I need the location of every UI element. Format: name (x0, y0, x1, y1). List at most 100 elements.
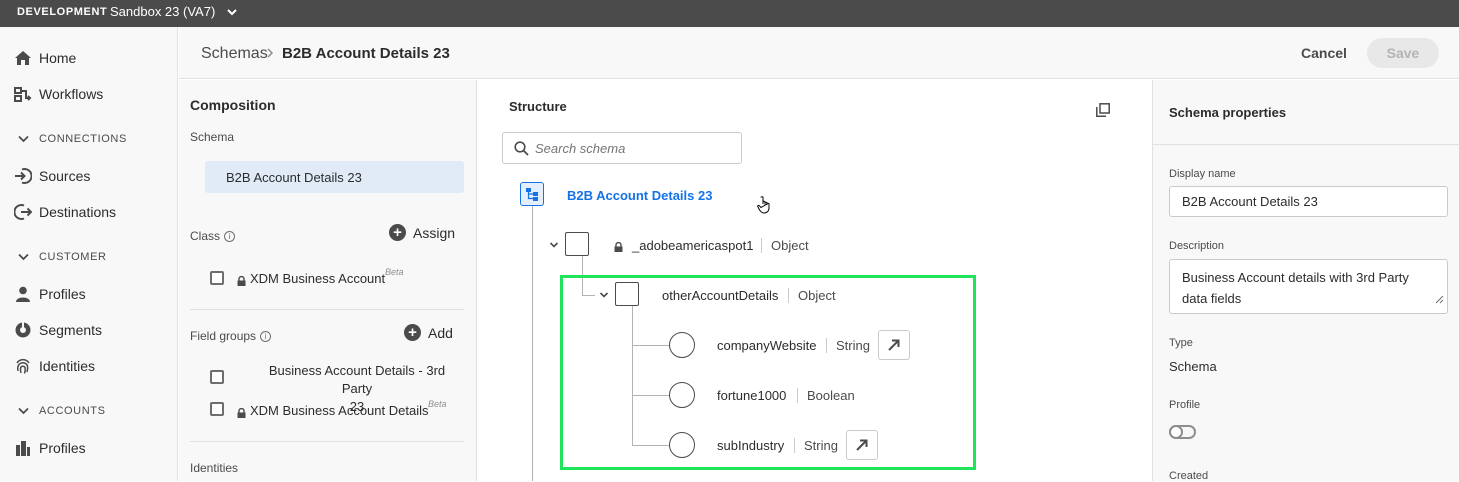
expand-panel-icon[interactable] (1096, 103, 1110, 120)
chevron-down-icon[interactable] (549, 241, 559, 249)
description-textarea[interactable]: Business Account details with 3rd Party … (1169, 259, 1448, 314)
nav-item-home[interactable]: Home (14, 46, 76, 70)
divider (1153, 144, 1459, 145)
nav-section-accounts[interactable]: ACCOUNTS (18, 402, 106, 420)
chevron-down-icon (18, 253, 29, 261)
field-group-checkbox[interactable] (210, 402, 224, 416)
class-checkbox[interactable] (210, 271, 224, 285)
nav-item-label: Identities (39, 358, 96, 374)
nav-item-profiles[interactable]: Profiles (14, 282, 86, 306)
add-label: Add (428, 324, 453, 341)
class-label-text: Class (190, 229, 221, 243)
description-value: Business Account details with 3rd Party … (1182, 270, 1409, 306)
lock-icon (237, 405, 246, 418)
field-node-object[interactable] (565, 232, 589, 256)
schema-root-name[interactable]: B2B Account Details 23 (567, 188, 712, 203)
breadcrumb-schemas[interactable]: Schemas (201, 45, 268, 63)
properties-title: Schema properties (1169, 105, 1287, 120)
composition-panel: Composition Schema B2B Account Details 2… (179, 80, 477, 481)
composition-title: Composition (190, 97, 276, 113)
nav-item-label: Workflows (39, 86, 104, 102)
nav-item-destinations[interactable]: Destinations (14, 200, 116, 224)
schema-root-icon[interactable] (520, 182, 544, 206)
identities-label-text: Identities (190, 461, 239, 475)
search-icon (514, 140, 529, 156)
workflows-icon (14, 85, 32, 103)
assign-label: Assign (413, 224, 456, 241)
class-item-label: XDM Business Account (250, 271, 386, 286)
field-group-item-label: XDM Business Account Details (250, 403, 429, 418)
beta-badge: Beta (385, 267, 404, 277)
schema-item-selected[interactable]: B2B Account Details 23 (205, 161, 464, 193)
nav-item-label: Destinations (39, 204, 117, 220)
chevron-down-icon[interactable] (226, 5, 238, 21)
nav-item-segments[interactable]: Segments (14, 318, 102, 342)
beta-badge: Beta (428, 399, 447, 409)
field-group-checkbox[interactable] (210, 370, 224, 384)
resize-handle-icon[interactable] (1435, 289, 1444, 310)
chevron-right-icon (265, 46, 275, 62)
building-icon (14, 439, 32, 457)
type-value: Schema (1169, 359, 1217, 374)
schema-label-text: Schema (190, 130, 235, 144)
segments-icon (14, 321, 32, 339)
profile-toggle[interactable] (1169, 425, 1196, 439)
created-label: Created (1169, 470, 1209, 482)
top-bar: DEVELOPMENT Sandbox 23 (VA7) (0, 0, 1459, 27)
add-circle-icon: + (389, 224, 406, 241)
environment-label: DEVELOPMENT (17, 6, 108, 18)
nav-item-label: Profiles (39, 286, 86, 302)
nav-item-account-profiles[interactable]: Profiles (14, 436, 86, 460)
home-icon (14, 49, 32, 67)
sandbox-switcher[interactable]: Sandbox 23 (VA7) (110, 4, 215, 19)
schema-label: Schema (190, 130, 234, 144)
nav-item-label: Segments (39, 322, 103, 338)
assign-class-button[interactable]: + Assign (389, 224, 455, 241)
page-header: Schemas B2B Account Details 23 Cancel Sa… (179, 27, 1459, 79)
structure-panel: Structure B2B Account Details 23 _adobea… (478, 80, 1151, 481)
nav-item-label: Profiles (39, 440, 86, 456)
schema-item-label: B2B Account Details 23 (226, 169, 362, 185)
field-groups-label-text: Field groups (190, 329, 257, 343)
display-name-field[interactable]: B2B Account Details 23 (1169, 186, 1448, 217)
lock-icon (237, 273, 246, 286)
save-button[interactable]: Save (1367, 38, 1439, 68)
profile-label: Profile (1169, 399, 1201, 411)
nav-item-identities[interactable]: Identities (14, 354, 95, 378)
sources-icon (14, 167, 32, 185)
nav-item-workflows[interactable]: Workflows (14, 82, 103, 106)
fingerprint-icon (14, 357, 32, 375)
nav-section-label: CUSTOMER (39, 251, 107, 263)
left-navigation: Home Workflows CONNECTIONS Sources Desti… (0, 27, 178, 481)
toggle-knob (1169, 425, 1183, 439)
search-schema-field[interactable] (502, 132, 742, 164)
destinations-icon (14, 203, 32, 221)
nav-section-connections[interactable]: CONNECTIONS (18, 130, 127, 148)
chevron-down-icon (18, 135, 29, 143)
nav-section-customer[interactable]: CUSTOMER (18, 248, 107, 266)
structure-title: Structure (509, 99, 567, 114)
field-groups-label: Field groups i (190, 329, 272, 343)
field-group-label-line1: Business Account Details - 3rd Party (268, 363, 446, 396)
nav-section-label: ACCOUNTS (39, 405, 106, 417)
description-label: Description (1169, 240, 1225, 252)
schema-properties-panel: Schema properties Display name B2B Accou… (1152, 80, 1459, 482)
nav-item-label: Sources (39, 168, 91, 184)
field-name[interactable]: _adobeamericaspot1 (632, 238, 753, 253)
field-type: Object (761, 238, 809, 253)
lock-icon (614, 239, 623, 252)
class-label: Class i (190, 229, 236, 243)
info-icon[interactable]: i (260, 330, 272, 342)
divider (190, 441, 464, 442)
cancel-button[interactable]: Cancel (1301, 45, 1347, 61)
add-field-group-button[interactable]: + Add (404, 324, 453, 341)
search-input[interactable] (535, 140, 725, 156)
add-circle-icon: + (404, 324, 421, 341)
identities-label: Identities (190, 461, 238, 475)
breadcrumb-current: B2B Account Details 23 (282, 45, 450, 62)
divider (190, 309, 464, 310)
info-icon[interactable]: i (224, 230, 236, 242)
nav-item-label: Home (39, 50, 77, 66)
nav-item-sources[interactable]: Sources (14, 164, 90, 188)
chevron-down-icon (18, 407, 29, 415)
